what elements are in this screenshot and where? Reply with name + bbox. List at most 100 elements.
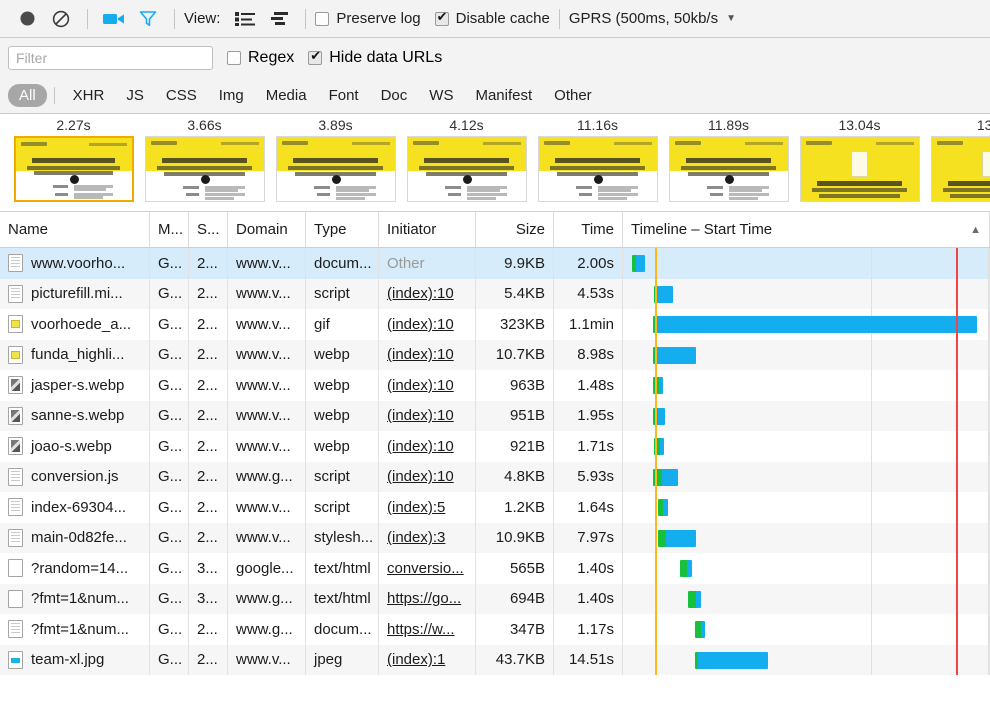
type-filter-other[interactable]: Other <box>543 84 603 107</box>
cell-name[interactable]: conversion.js <box>0 461 150 492</box>
waterfall-bar[interactable] <box>632 255 645 272</box>
regex-checkbox[interactable]: Regex <box>227 49 294 67</box>
cell-initiator[interactable]: (index):1 <box>379 644 476 675</box>
cell-waterfall[interactable] <box>623 309 990 340</box>
preserve-log-box[interactable] <box>315 11 330 26</box>
table-row[interactable]: jasper-s.webp G... 2... www.v... webp (index)… <box>0 370 990 401</box>
cell-initiator[interactable]: (index):5 <box>379 492 476 523</box>
cell-name[interactable]: www.voorho... <box>0 248 150 279</box>
cell-waterfall[interactable] <box>623 583 990 614</box>
column-header-method[interactable]: M... <box>150 212 189 247</box>
table-row[interactable]: www.voorho... G... 2... www.v... docum... Oth… <box>0 248 990 279</box>
cell-waterfall[interactable] <box>623 553 990 584</box>
filmstrip-thumbnail[interactable] <box>13 136 134 202</box>
column-header-name[interactable]: Name <box>0 212 150 247</box>
cell-name[interactable]: ?fmt=1&num... <box>0 583 150 614</box>
cell-waterfall[interactable] <box>623 248 990 279</box>
filmstrip-frame[interactable]: 3.66s <box>139 114 270 202</box>
waterfall-view-icon[interactable] <box>262 4 296 34</box>
cell-name[interactable]: jasper-s.webp <box>0 370 150 401</box>
cell-name[interactable]: funda_highli... <box>0 339 150 370</box>
initiator-link[interactable]: (index):5 <box>387 499 445 516</box>
table-row[interactable]: ?random=14... G... 3... google... text/html c… <box>0 553 990 584</box>
table-row[interactable]: ?fmt=1&num... G... 2... www.g... docum... htt… <box>0 614 990 645</box>
cell-name[interactable]: ?fmt=1&num... <box>0 614 150 645</box>
table-row[interactable]: team-xl.jpg G... 2... www.v... jpeg (index):1… <box>0 644 990 675</box>
filmstrip-thumbnail[interactable] <box>406 136 527 202</box>
cell-initiator[interactable]: (index):3 <box>379 522 476 553</box>
table-row[interactable]: voorhoede_a... G... 2... www.v... gif (index)… <box>0 309 990 340</box>
type-filter-media[interactable]: Media <box>255 84 318 107</box>
cell-waterfall[interactable] <box>623 614 990 645</box>
filmstrip-frame[interactable]: 11.89s <box>663 114 794 202</box>
type-filter-xhr[interactable]: XHR <box>62 84 116 107</box>
type-filter-js[interactable]: JS <box>115 84 155 107</box>
waterfall-bar[interactable] <box>658 529 696 547</box>
waterfall-bar[interactable] <box>658 499 668 516</box>
cell-name[interactable]: ?random=14... <box>0 553 150 584</box>
filter-input[interactable] <box>8 45 213 70</box>
cell-name[interactable]: index-69304... <box>0 492 150 523</box>
preserve-log-checkbox[interactable]: Preserve log <box>315 10 421 27</box>
cell-name[interactable]: joao-s.webp <box>0 431 150 462</box>
cell-name[interactable]: main-0d82fe... <box>0 522 150 553</box>
cell-waterfall[interactable] <box>623 644 990 675</box>
clear-prohibited-icon[interactable] <box>44 4 78 34</box>
cell-name[interactable]: voorhoede_a... <box>0 309 150 340</box>
column-header-waterfall[interactable]: Timeline – Start Time ▲ <box>623 212 990 247</box>
filmstrip-thumbnail[interactable] <box>537 136 658 202</box>
filmstrip-frame[interactable]: 3.89s <box>270 114 401 202</box>
filmstrip-thumbnail[interactable] <box>799 136 920 202</box>
network-throttling-select[interactable]: GPRS (500ms, 50kb/s ▼ <box>569 10 736 27</box>
sort-ascending-icon[interactable]: ▲ <box>970 224 981 236</box>
initiator-link[interactable]: (index):10 <box>387 346 454 363</box>
cell-waterfall[interactable] <box>623 431 990 462</box>
initiator-link[interactable]: (index):10 <box>387 407 454 424</box>
column-header-type[interactable]: Type <box>306 212 379 247</box>
cell-name[interactable]: sanne-s.webp <box>0 400 150 431</box>
filmstrip-frame[interactable]: 2.27s <box>8 114 139 202</box>
cell-waterfall[interactable] <box>623 400 990 431</box>
type-filter-css[interactable]: CSS <box>155 84 208 107</box>
initiator-link[interactable]: (index):10 <box>387 316 454 333</box>
disable-cache-checkbox[interactable]: Disable cache <box>434 10 550 27</box>
cell-initiator[interactable]: (index):10 <box>379 278 476 309</box>
cell-waterfall[interactable] <box>623 492 990 523</box>
cell-waterfall[interactable] <box>623 278 990 309</box>
initiator-link[interactable]: (index):10 <box>387 438 454 455</box>
cell-waterfall[interactable] <box>623 370 990 401</box>
cell-initiator[interactable]: (index):10 <box>379 431 476 462</box>
waterfall-bar[interactable] <box>695 651 768 669</box>
waterfall-bar[interactable] <box>653 346 696 364</box>
table-row[interactable]: ?fmt=1&num... G... 3... www.g... text/html ht… <box>0 583 990 614</box>
initiator-link[interactable]: (index):10 <box>387 468 454 485</box>
column-header-status[interactable]: S... <box>189 212 228 247</box>
filmstrip-thumbnail[interactable] <box>668 136 789 202</box>
initiator-link[interactable]: (index):10 <box>387 377 454 394</box>
cell-initiator[interactable]: https://w... <box>379 614 476 645</box>
filmstrip-thumbnail[interactable] <box>144 136 265 202</box>
initiator-link[interactable]: conversio... <box>387 560 464 577</box>
table-row[interactable]: index-69304... G... 2... www.v... script (ind… <box>0 492 990 523</box>
waterfall-bar[interactable] <box>688 590 701 608</box>
funnel-filter-icon[interactable] <box>131 4 165 34</box>
column-header-domain[interactable]: Domain <box>228 212 306 247</box>
initiator-link[interactable]: (index):10 <box>387 285 454 302</box>
hide-data-urls-checkbox[interactable]: Hide data URLs <box>308 49 442 67</box>
type-filter-ws[interactable]: WS <box>418 84 464 107</box>
initiator-link[interactable]: https://go... <box>387 590 461 607</box>
type-filter-doc[interactable]: Doc <box>370 84 419 107</box>
table-row[interactable]: conversion.js G... 2... www.g... script (inde… <box>0 461 990 492</box>
filmstrip-frame[interactable]: 11.16s <box>532 114 663 202</box>
cell-initiator[interactable]: conversio... <box>379 553 476 584</box>
cell-initiator[interactable]: (index):10 <box>379 339 476 370</box>
hide-data-urls-box[interactable] <box>308 49 323 65</box>
type-filter-font[interactable]: Font <box>318 84 370 107</box>
cell-initiator[interactable]: https://go... <box>379 583 476 614</box>
initiator-link[interactable]: (index):1 <box>387 651 445 668</box>
cell-initiator[interactable]: (index):10 <box>379 461 476 492</box>
table-row[interactable]: joao-s.webp G... 2... www.v... webp (index):1… <box>0 431 990 462</box>
table-row[interactable]: sanne-s.webp G... 2... www.v... webp (index):… <box>0 400 990 431</box>
waterfall-bar[interactable] <box>695 621 705 638</box>
cell-name[interactable]: picturefill.mi... <box>0 278 150 309</box>
